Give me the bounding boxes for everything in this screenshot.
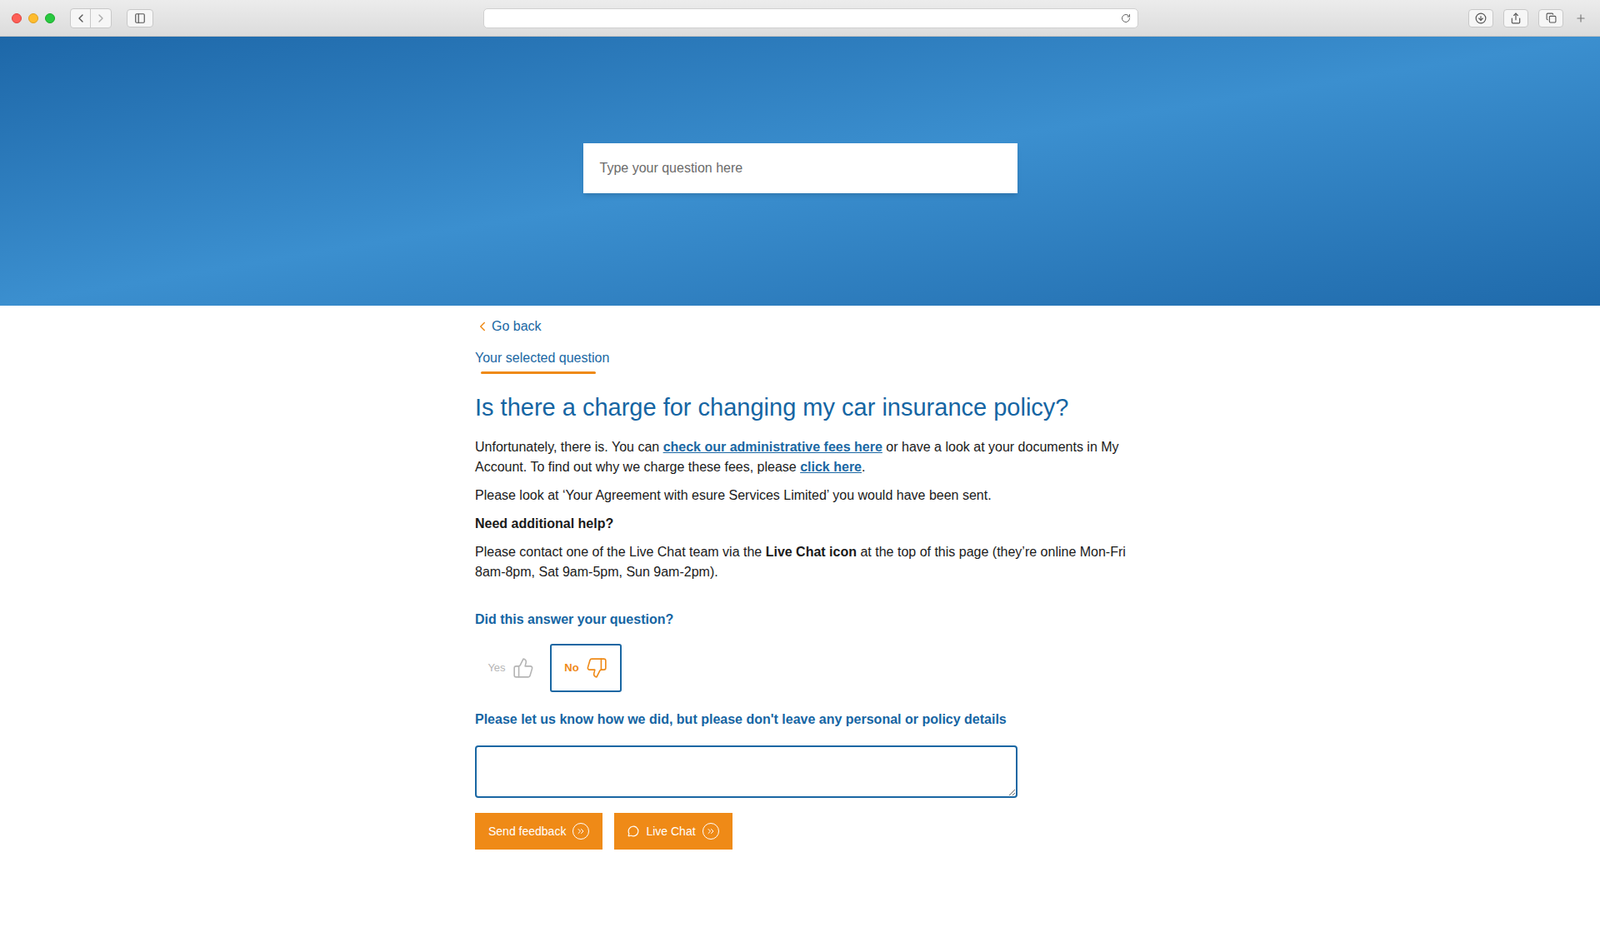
- question-heading: Is there a charge for changing my car in…: [475, 392, 1159, 423]
- search-placeholder: Type your question here: [600, 158, 744, 179]
- chat-icon: [627, 825, 640, 838]
- answer-paragraph: Please contact one of the Live Chat team…: [475, 542, 1159, 583]
- new-tab-button[interactable]: [1573, 9, 1589, 28]
- back-button[interactable]: [70, 9, 91, 28]
- zoom-dot[interactable]: [45, 13, 55, 24]
- feedback-option[interactable]: No: [550, 644, 622, 693]
- answer-paragraph: Please look at ‘Your Agreement with esur…: [475, 485, 1159, 506]
- plus-icon: [1575, 12, 1587, 25]
- answer-text: Please contact one of the Live Chat team…: [475, 545, 766, 560]
- answer: Unfortunately, there is. You can check o…: [475, 437, 1159, 583]
- forward-button[interactable]: [90, 9, 111, 28]
- thumbs-down-icon: [585, 657, 608, 680]
- window-controls: [11, 13, 55, 24]
- feedback: Did this answer your question? YesNo Pleas…: [475, 610, 1159, 850]
- sidebar-button[interactable]: [126, 9, 154, 28]
- answer-text: .: [861, 460, 865, 475]
- comment-label: Please let us know how we did, but pleas…: [475, 710, 1159, 730]
- chevron-left-icon: [475, 319, 490, 335]
- reload-icon[interactable]: [1120, 13, 1131, 24]
- toolbar-actions: [1468, 9, 1589, 28]
- address-bar[interactable]: [483, 8, 1139, 29]
- feedback-buttons: Send feedback Live Chat: [475, 813, 1159, 850]
- tabs-button[interactable]: [1538, 9, 1564, 28]
- answer-bold: Need additional help?: [475, 516, 614, 531]
- download-button[interactable]: [1468, 9, 1494, 28]
- live-chat-button[interactable]: Live Chat: [614, 813, 732, 850]
- answer-paragraph: Unfortunately, there is. You can check o…: [475, 437, 1159, 478]
- download-icon: [1475, 12, 1487, 25]
- share-button[interactable]: [1503, 9, 1529, 28]
- feedback-options: YesNo: [475, 644, 1159, 693]
- question-search[interactable]: Type your question here: [583, 143, 1018, 194]
- hero-banner: Type your question here: [0, 36, 1600, 306]
- arrow-circle-icon: [702, 823, 720, 840]
- tabs-icon: [1545, 12, 1557, 24]
- chevron-right-icon: [94, 11, 108, 25]
- nav-buttons: [70, 8, 112, 29]
- feedback-option[interactable]: Yes: [475, 644, 547, 693]
- go-back-link[interactable]: Go back: [475, 317, 1159, 336]
- answer-text: Unfortunately, there is. You can: [475, 440, 664, 455]
- minimize-dot[interactable]: [28, 13, 39, 24]
- answer-link[interactable]: click here: [800, 460, 862, 475]
- answer-paragraph: Need additional help?: [475, 514, 1159, 535]
- feedback-question: Did this answer your question?: [475, 610, 1159, 630]
- tab-underline: [480, 371, 596, 375]
- comment-field[interactable]: [475, 745, 1018, 799]
- selected-tab: Your selected question: [475, 349, 1159, 375]
- close-dot[interactable]: [11, 13, 22, 24]
- share-icon: [1510, 12, 1522, 25]
- arrow-circle-icon: [572, 823, 590, 840]
- content: Go back Your selected question Is there a …: [475, 305, 1159, 900]
- browser-toolbar: [0, 0, 1600, 37]
- chevron-left-icon: [74, 11, 88, 25]
- answer-bold: Live Chat icon: [765, 545, 857, 560]
- sidebar-icon: [134, 12, 146, 25]
- thumbs-up-icon: [512, 657, 535, 680]
- app: Type your question here Go back Your selec…: [0, 0, 1600, 932]
- send-feedback-button[interactable]: Send feedback: [475, 813, 603, 850]
- answer-link[interactable]: check our administrative fees here: [663, 440, 883, 455]
- answer-text: Please look at ‘Your Agreement with esur…: [475, 488, 992, 503]
